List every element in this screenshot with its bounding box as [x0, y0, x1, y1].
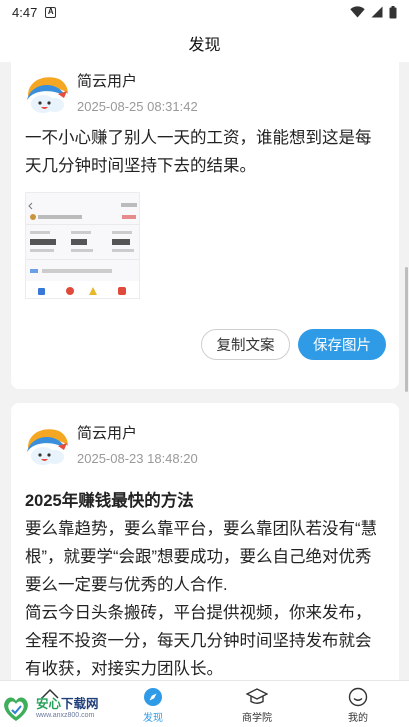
post-headline: 2025年赚钱最快的方法	[25, 492, 194, 510]
watermark: 安心下载网 www.anxz800.com	[0, 690, 110, 727]
notification-a-icon: A	[45, 6, 57, 18]
tab-me[interactable]: 我的	[318, 681, 398, 727]
graduation-cap-icon	[246, 688, 268, 704]
battery-icon	[389, 5, 397, 18]
save-image-button[interactable]: 保存图片	[298, 329, 386, 360]
scrollbar[interactable]	[405, 267, 408, 392]
author-name: 简云用户	[77, 73, 138, 90]
watermark-url: www.anxz800.com	[36, 712, 95, 719]
post-meta: 简云用户 2025-08-23 18:48:20	[77, 424, 198, 468]
tab-label: 发现	[143, 713, 163, 724]
post-image-thumbnail[interactable]	[25, 192, 140, 299]
compass-icon	[144, 688, 162, 706]
post-header: 简云用户 2025-08-25 08:31:42	[25, 72, 198, 118]
tab-academy[interactable]: 商学院	[217, 681, 297, 727]
post-time: 2025-08-25 08:31:42	[77, 99, 198, 114]
page-title: 发现	[188, 37, 221, 54]
avatar	[25, 72, 71, 118]
status-icons	[350, 5, 397, 19]
post-card: 简云用户 2025-08-23 18:48:20 2025年赚钱最快的方法 要么…	[11, 403, 399, 680]
post-text: 一不小心赚了别人一天的工资，谁能想到这是每天几分钟时间坚持下去的结果。	[25, 129, 372, 175]
post-header: 简云用户 2025-08-23 18:48:20	[25, 424, 198, 470]
author-name: 简云用户	[77, 425, 138, 442]
status-left: 4:47 A	[12, 4, 57, 20]
post-paragraph: 要么靠趋势，要么靠平台，要么靠团队若没有“慧根”，就要学“会跟”想要成功，要么自…	[25, 520, 377, 594]
tab-label: 商学院	[242, 713, 272, 724]
tab-label: 我的	[348, 713, 368, 724]
post-meta: 简云用户 2025-08-25 08:31:42	[77, 72, 198, 116]
avatar	[25, 424, 71, 470]
post-card: 简云用户 2025-08-25 08:31:42 一不小心赚了别人一天的工资，谁…	[11, 62, 399, 389]
wifi-icon	[350, 6, 365, 18]
copy-text-button[interactable]: 复制文案	[201, 329, 290, 360]
post-text: 2025年赚钱最快的方法 要么靠趋势，要么靠平台，要么靠团队若没有“慧根”，就要…	[25, 487, 387, 680]
watermark-brand: 安心下载网	[36, 697, 99, 711]
post-time: 2025-08-23 18:48:20	[77, 451, 198, 466]
title-bar: 发现	[0, 24, 409, 62]
status-time: 4:47	[12, 4, 38, 20]
tab-discover[interactable]: 发现	[113, 681, 193, 727]
post-feed[interactable]: 简云用户 2025-08-25 08:31:42 一不小心赚了别人一天的工资，谁…	[0, 62, 409, 680]
watermark-text: 安心下载网 www.anxz800.com	[36, 697, 99, 720]
smiley-face-icon	[348, 687, 368, 707]
watermark-logo-icon	[4, 696, 28, 721]
signal-icon	[371, 6, 383, 18]
status-bar: 4:47 A	[0, 0, 409, 24]
post-paragraph: 简云今日头条搬砖，平台提供视频，你来发布，全程不投资一分，每天几分钟时间坚持发布…	[25, 604, 372, 678]
